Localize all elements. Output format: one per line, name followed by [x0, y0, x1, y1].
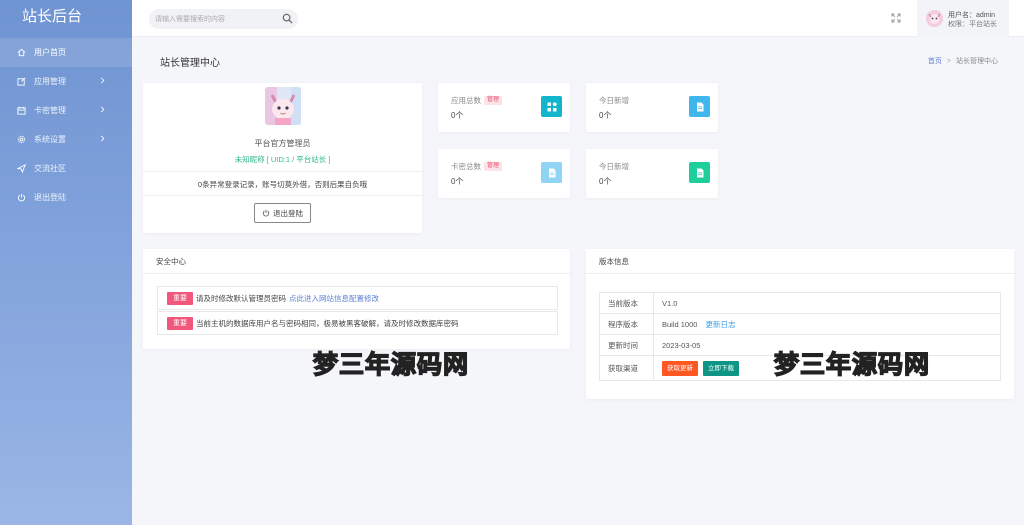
- gear-icon: [17, 135, 26, 144]
- divider: [143, 171, 422, 172]
- watermark-text: 梦三年源码网: [773, 349, 931, 379]
- search-input[interactable]: [155, 12, 275, 26]
- table-value-cell: Build 1000 更新日志: [653, 313, 1001, 335]
- chevron-right-icon: [100, 106, 105, 113]
- avatar: [926, 10, 943, 27]
- table-row: 当前版本 V1.0: [599, 292, 1001, 314]
- table-key: 当前版本: [599, 292, 654, 314]
- manage-badge[interactable]: 管理: [484, 162, 503, 171]
- table-value: Build 1000: [662, 319, 698, 329]
- divider: [143, 195, 422, 196]
- stat-value: 0个: [599, 177, 612, 186]
- alert-text: 请及时修改默认管理员密码: [196, 293, 286, 303]
- sidebar-item-label: 交流社区: [34, 164, 66, 173]
- stat-value: 0个: [451, 111, 464, 120]
- sidebar-item-label: 卡密管理: [34, 106, 66, 115]
- alert-row: 重要 当前主机的数据库用户名与密码相同，极易被黑客破解，请及时修改数据库密码: [157, 311, 558, 335]
- stat-value: 0个: [451, 177, 464, 186]
- search-icon[interactable]: [282, 13, 293, 24]
- sidebar-item-label: 用户首页: [34, 48, 66, 57]
- stat-label: 卡密总数: [451, 162, 481, 171]
- chevron-right-icon: [100, 135, 105, 142]
- card-title: 版本信息: [586, 249, 1014, 274]
- logout-label: 退出登陆: [273, 208, 303, 218]
- table-row: 程序版本 Build 1000 更新日志: [599, 313, 1001, 335]
- get-update-button[interactable]: 获取更新: [662, 360, 698, 376]
- breadcrumb-current: 站长管理中心: [956, 58, 998, 65]
- stat-label: 应用总数: [451, 96, 481, 105]
- table-key: 程序版本: [599, 313, 654, 335]
- important-tag: 重要: [167, 291, 193, 305]
- stat-label: 今日新增: [599, 96, 629, 105]
- profile-nickname: 未知昵称 [ UID:1 / 平台站长 ]: [234, 155, 331, 164]
- table-key: 获取渠道: [599, 355, 654, 381]
- fullscreen-icon[interactable]: [891, 13, 901, 23]
- sidebar: 站长后台 用户首页 应用管理 卡密管理 系统设置 交流社区 退出登陆: [0, 0, 132, 525]
- sidebar-item-logout[interactable]: 退出登陆: [0, 183, 132, 212]
- sidebar-item-apps[interactable]: 应用管理: [0, 67, 132, 96]
- login-notice: 0条异常登录记录，账号切莫外借，否则后果自负哦: [197, 180, 368, 189]
- sidebar-item-home[interactable]: 用户首页: [0, 38, 132, 67]
- changelog-link[interactable]: 更新日志: [705, 320, 735, 329]
- download-button[interactable]: 立即下载: [703, 360, 739, 376]
- sidebar-item-settings[interactable]: 系统设置: [0, 125, 132, 154]
- power-icon: [17, 193, 26, 202]
- edit-icon: [17, 77, 26, 86]
- config-link[interactable]: 点此进入网站信息配置修改: [289, 293, 379, 304]
- card-title: 安全中心: [143, 249, 570, 274]
- stat-label: 今日新增: [599, 162, 629, 171]
- stat-card-apps: 应用总数 管理 0个: [438, 83, 570, 132]
- sidebar-item-community[interactable]: 交流社区: [0, 154, 132, 183]
- search-box: [149, 9, 298, 29]
- logout-button[interactable]: 退出登陆: [254, 203, 311, 223]
- brand-title: 站长后台: [22, 7, 83, 25]
- apps-icon: [541, 96, 562, 117]
- profile-name: 平台官方管理员: [254, 139, 311, 148]
- manage-badge[interactable]: 管理: [484, 96, 503, 105]
- permission-text: 权限：平台站长: [948, 21, 997, 28]
- user-menu[interactable]: 用户名：admin 权限：平台站长: [917, 0, 1009, 37]
- document-icon: [689, 162, 710, 183]
- calendar-icon: [17, 106, 26, 115]
- watermark-text: 梦三年源码网: [312, 349, 470, 379]
- sidebar-item-label: 系统设置: [34, 135, 66, 144]
- alert-text: 当前主机的数据库用户名与密码相同，极易被黑客破解，请及时修改数据库密码: [196, 318, 459, 328]
- send-icon: [17, 164, 26, 173]
- stat-value: 0个: [599, 111, 612, 120]
- important-tag: 重要: [167, 316, 193, 330]
- sidebar-item-cards[interactable]: 卡密管理: [0, 96, 132, 125]
- profile-card: 平台官方管理员 未知昵称 [ UID:1 / 平台站长 ] 0条异常登录记录，账…: [143, 83, 422, 233]
- page-title: 站长管理中心: [160, 58, 220, 69]
- alert-row: 重要 请及时修改默认管理员密码 点此进入网站信息配置修改: [157, 286, 558, 310]
- sidebar-item-label: 退出登陆: [34, 193, 66, 202]
- table-key: 更新时间: [599, 334, 654, 356]
- sidebar-item-label: 应用管理: [34, 77, 66, 86]
- stat-card-cards: 卡密总数 管理 0个: [438, 149, 570, 198]
- security-center-card: 安全中心 重要 请及时修改默认管理员密码 点此进入网站信息配置修改 重要 当前主…: [143, 249, 570, 349]
- document-icon: [541, 162, 562, 183]
- table-value: V1.0: [653, 292, 1001, 314]
- power-icon: [262, 209, 270, 217]
- stat-card-apps-today: 今日新增 0个: [586, 83, 718, 132]
- breadcrumb-separator: >: [946, 58, 951, 65]
- top-header: 用户名：admin 权限：平台站长: [132, 0, 1024, 37]
- stat-card-cards-today: 今日新增 0个: [586, 149, 718, 198]
- home-icon: [17, 48, 26, 57]
- breadcrumb: 首页 > 站长管理中心: [928, 56, 998, 66]
- chevron-right-icon: [100, 77, 105, 84]
- breadcrumb-home-link[interactable]: 首页: [928, 58, 942, 65]
- document-icon: [689, 96, 710, 117]
- profile-avatar: [265, 87, 301, 125]
